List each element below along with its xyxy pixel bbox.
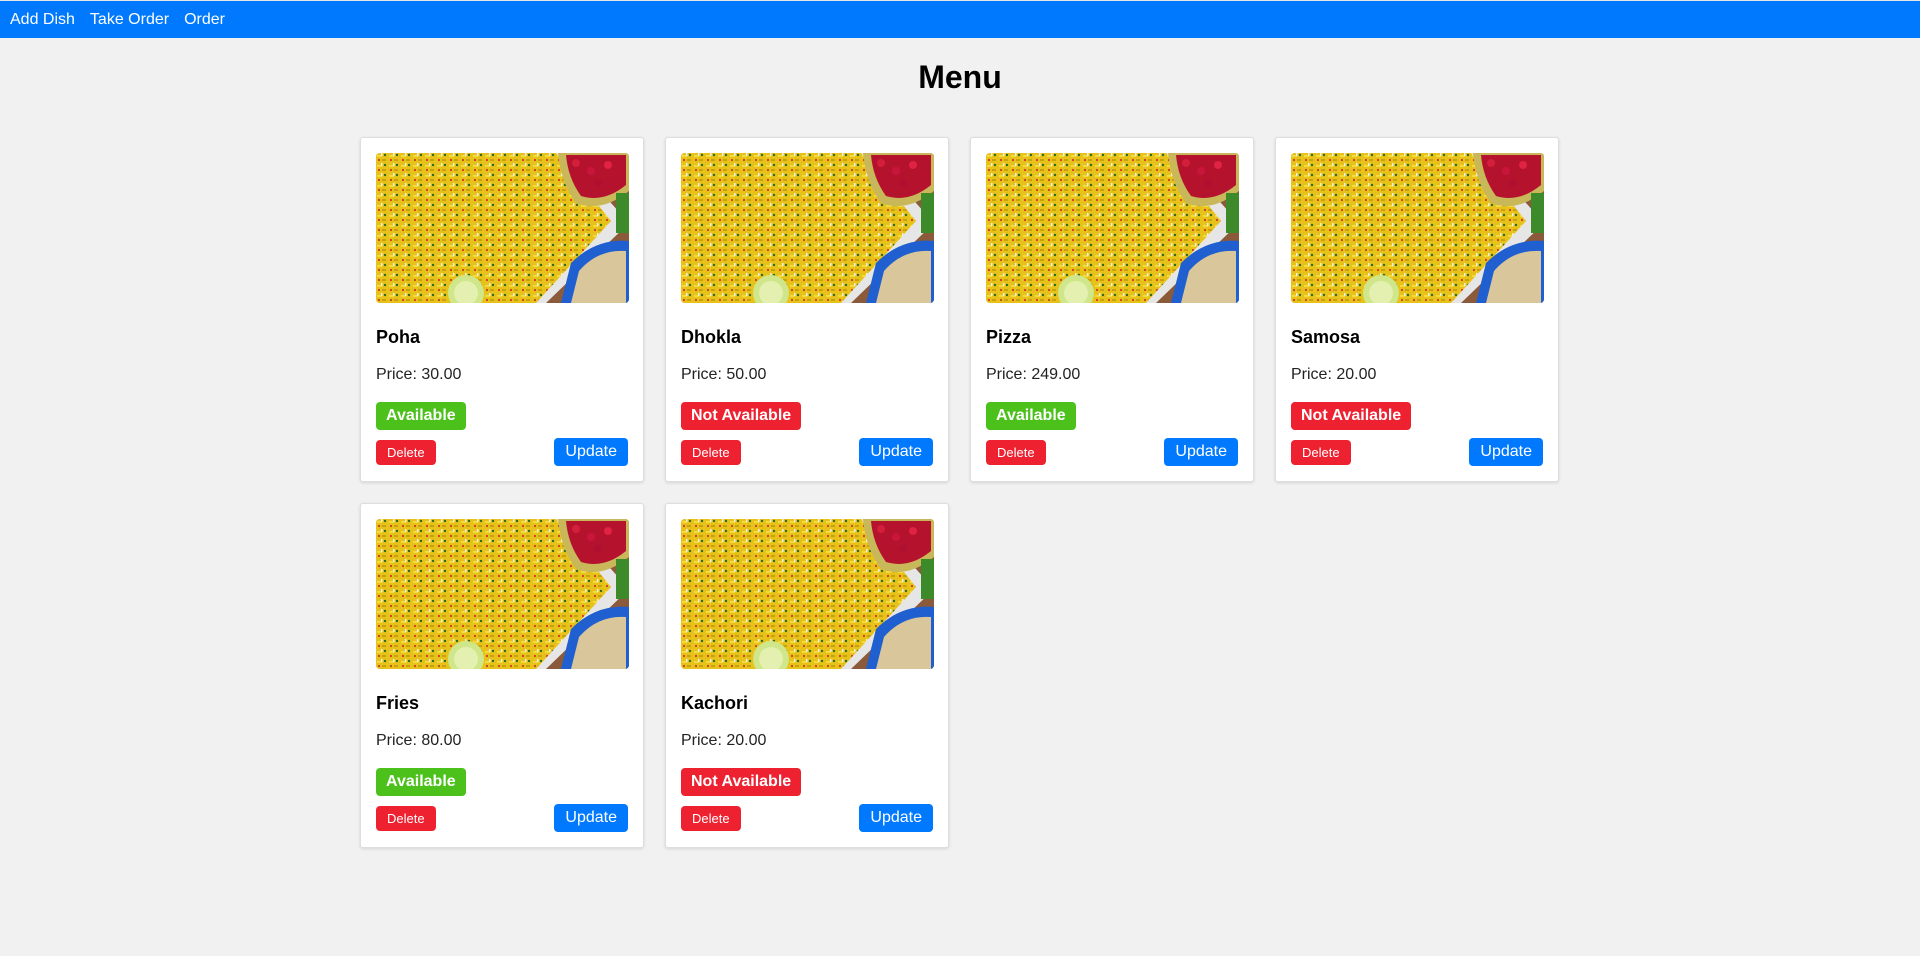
dish-card-poha: Poha Price: 30.00 Available Delete Updat… bbox=[360, 137, 644, 482]
update-button[interactable]: Update bbox=[1469, 438, 1543, 466]
dish-price: Price: 50.00 bbox=[681, 366, 767, 383]
dish-card-fries: Fries Price: 80.00 Available Delete Upda… bbox=[360, 503, 644, 848]
dish-price: Price: 20.00 bbox=[1291, 366, 1377, 383]
nav-link-order[interactable]: Order bbox=[184, 11, 225, 29]
card-actions: Delete Update bbox=[376, 438, 628, 466]
availability-badge: Available bbox=[986, 402, 1076, 430]
dish-image bbox=[1291, 153, 1544, 303]
dish-image bbox=[376, 153, 629, 303]
delete-button[interactable]: Delete bbox=[681, 805, 741, 831]
card-actions: Delete Update bbox=[681, 438, 933, 466]
top-navbar: Add Dish Take Order Order bbox=[0, 0, 1920, 38]
update-button[interactable]: Update bbox=[859, 804, 933, 832]
update-button[interactable]: Update bbox=[554, 804, 628, 832]
nav-link-add-dish[interactable]: Add Dish bbox=[10, 11, 75, 29]
availability-badge: Available bbox=[376, 402, 466, 430]
dish-price: Price: 80.00 bbox=[376, 732, 462, 749]
dish-image bbox=[986, 153, 1239, 303]
delete-button[interactable]: Delete bbox=[376, 805, 436, 831]
menu-grid: Poha Price: 30.00 Available Delete Updat… bbox=[360, 137, 1560, 848]
dish-name: Pizza bbox=[986, 327, 1032, 347]
card-actions: Delete Update bbox=[986, 438, 1238, 466]
delete-button[interactable]: Delete bbox=[681, 439, 741, 465]
dish-image bbox=[681, 519, 934, 669]
availability-badge: Not Available bbox=[1291, 402, 1412, 430]
page-title: Menu bbox=[918, 59, 1002, 95]
availability-badge: Not Available bbox=[681, 768, 802, 796]
update-button[interactable]: Update bbox=[1164, 438, 1238, 466]
dish-name: Kachori bbox=[681, 693, 749, 713]
dish-name: Fries bbox=[376, 693, 420, 713]
dish-price: Price: 30.00 bbox=[376, 366, 462, 383]
dish-name: Samosa bbox=[1291, 327, 1361, 347]
update-button[interactable]: Update bbox=[554, 438, 628, 466]
card-actions: Delete Update bbox=[376, 804, 628, 832]
dish-name: Dhokla bbox=[681, 327, 742, 347]
delete-button[interactable]: Delete bbox=[1291, 439, 1351, 465]
availability-badge: Available bbox=[376, 768, 466, 796]
availability-badge: Not Available bbox=[681, 402, 802, 430]
dish-image bbox=[376, 519, 629, 669]
dish-card-samosa: Samosa Price: 20.00 Not Available Delete… bbox=[1275, 137, 1559, 482]
dish-price: Price: 249.00 bbox=[986, 366, 1081, 383]
dish-image bbox=[681, 153, 934, 303]
dish-card-pizza: Pizza Price: 249.00 Available Delete Upd… bbox=[970, 137, 1254, 482]
card-actions: Delete Update bbox=[681, 804, 933, 832]
dish-name: Poha bbox=[376, 327, 421, 347]
delete-button[interactable]: Delete bbox=[986, 439, 1046, 465]
card-actions: Delete Update bbox=[1291, 438, 1543, 466]
update-button[interactable]: Update bbox=[859, 438, 933, 466]
nav-link-take-order[interactable]: Take Order bbox=[90, 11, 169, 29]
dish-card-dhokla: Dhokla Price: 50.00 Not Available Delete… bbox=[665, 137, 949, 482]
dish-price: Price: 20.00 bbox=[681, 732, 767, 749]
dish-card-kachori: Kachori Price: 20.00 Not Available Delet… bbox=[665, 503, 949, 848]
delete-button[interactable]: Delete bbox=[376, 439, 436, 465]
